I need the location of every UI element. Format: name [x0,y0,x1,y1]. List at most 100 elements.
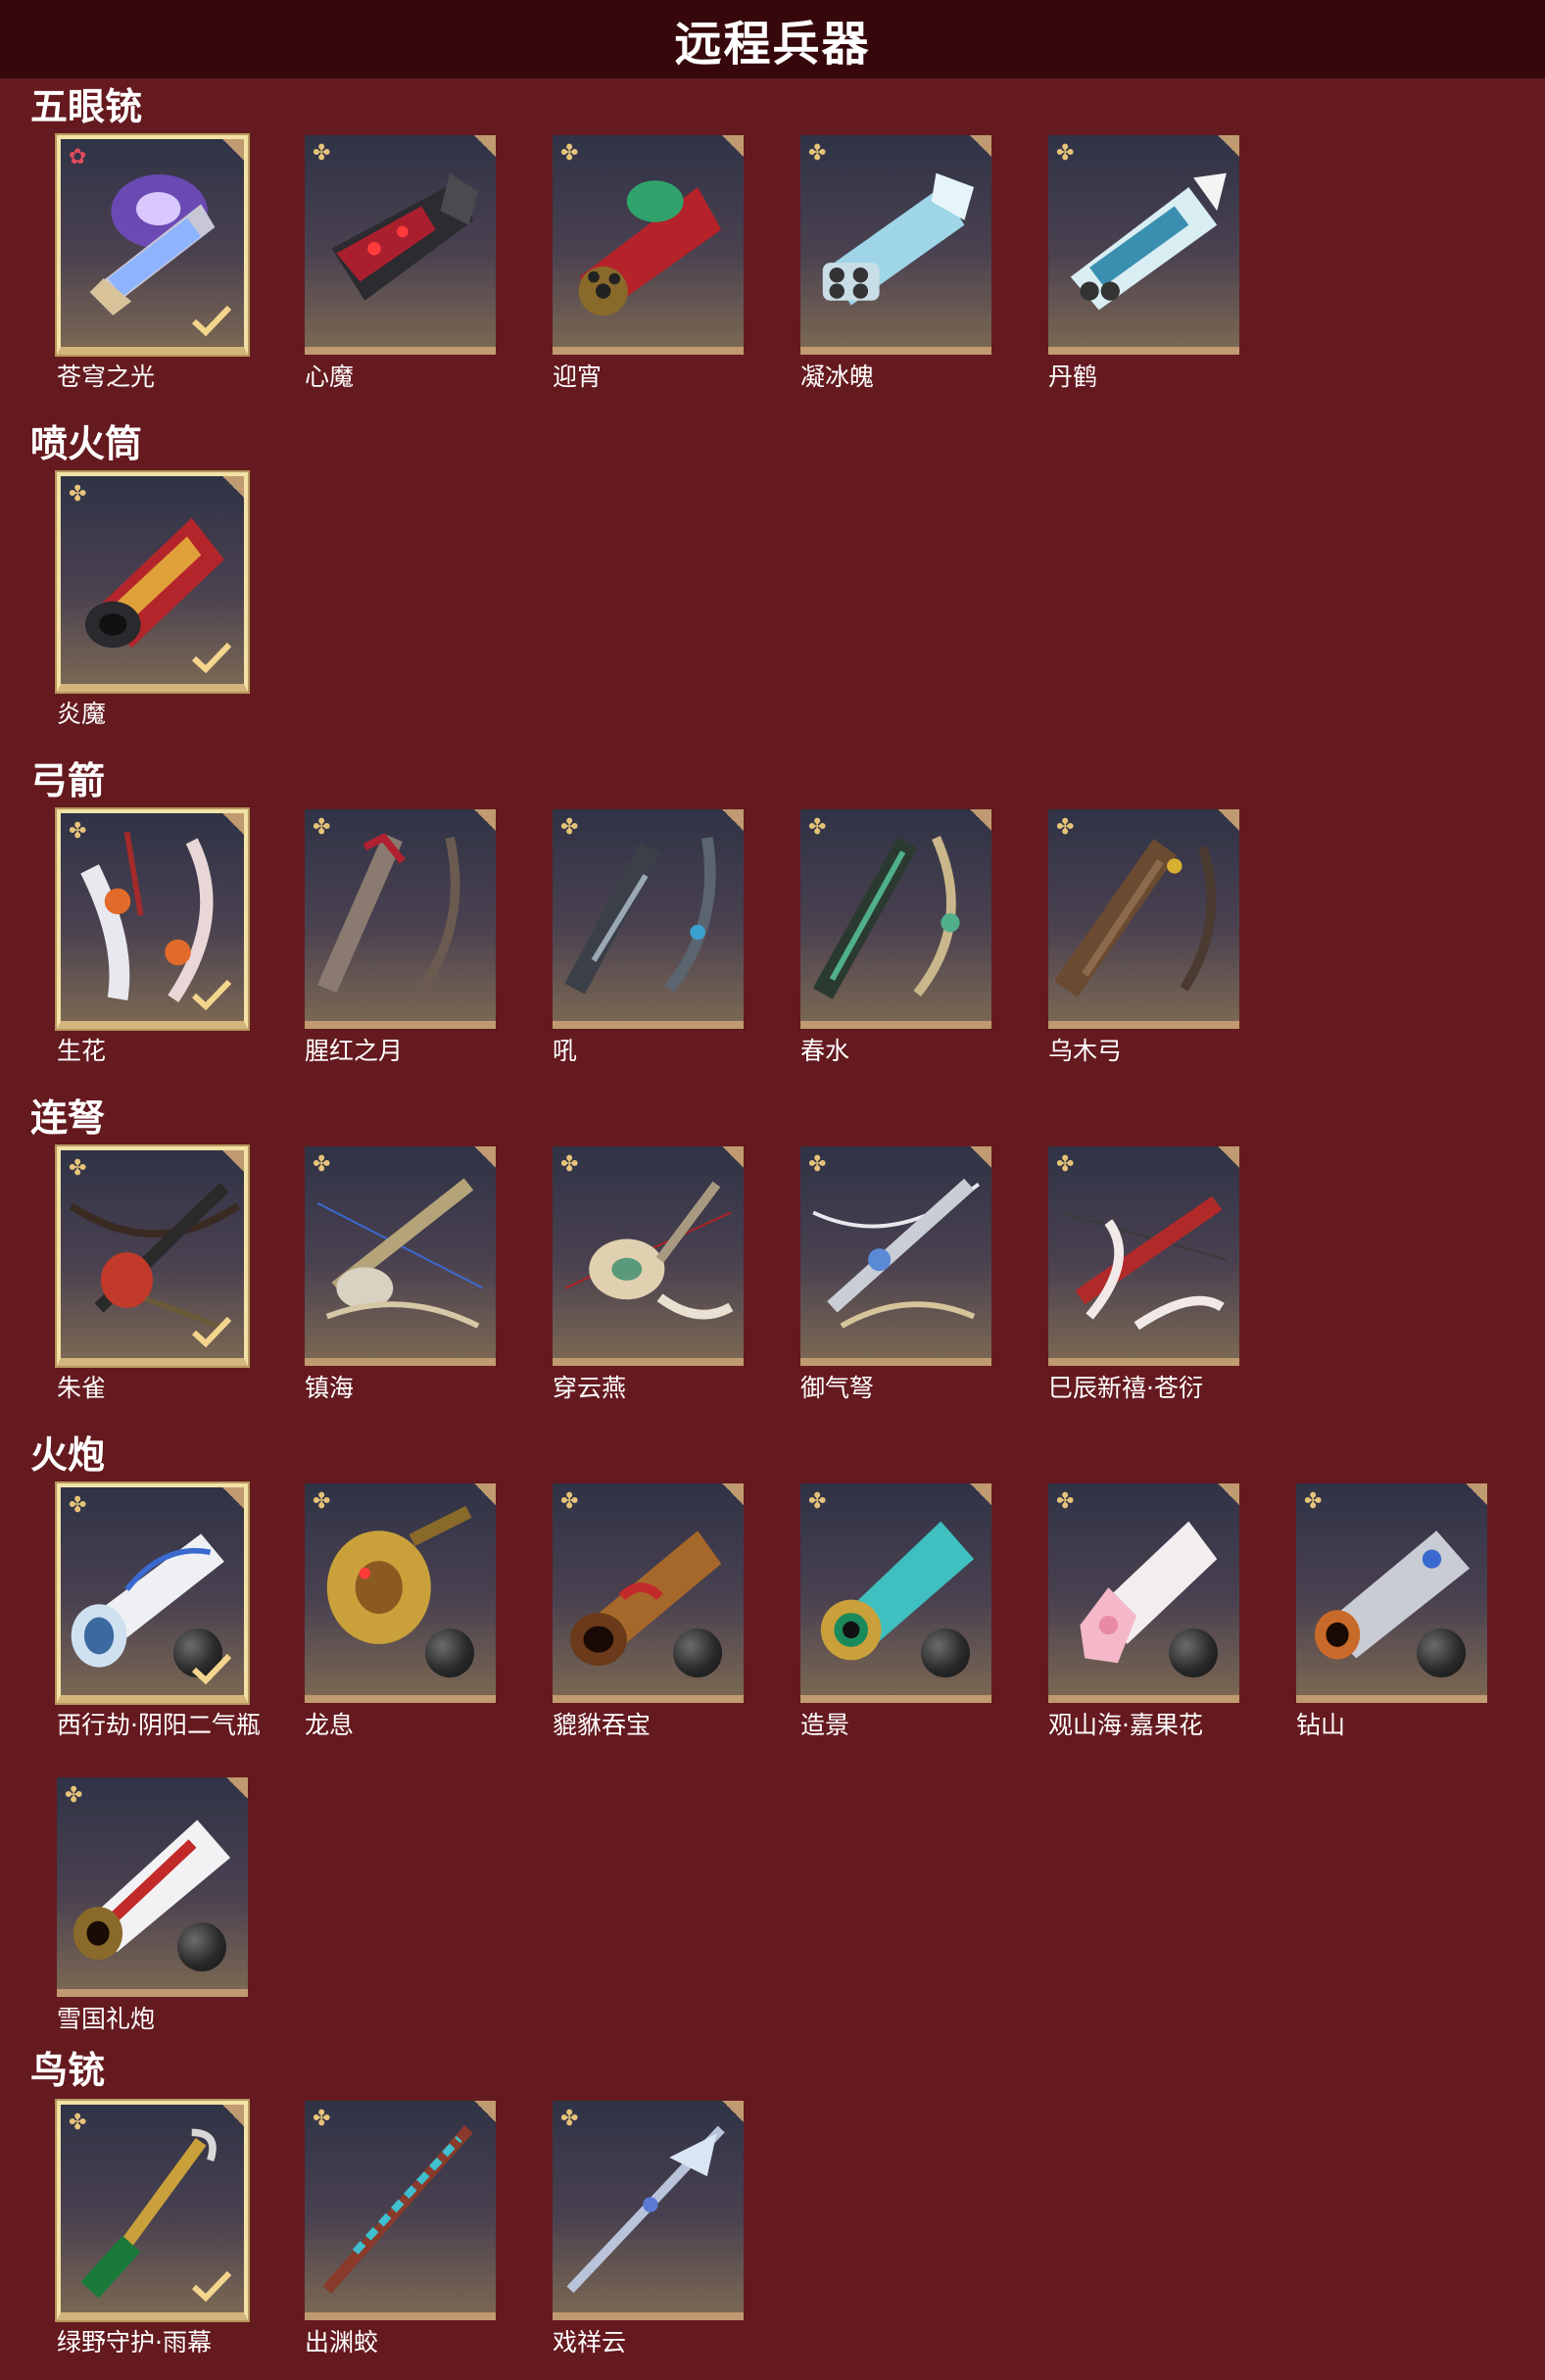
check-icon [191,1653,232,1685]
sparkle-icon: ✤ [313,815,331,840]
sparkle-icon: ✤ [69,1156,87,1181]
section-title-huopao: 火炮 [30,1433,106,1477]
weapon-image [812,835,960,999]
section-title-liannu: 连弩 [30,1096,106,1140]
weapon-card-canggiongzhiguang[interactable]: ✿ 苍穹之光 [57,135,248,389]
weapon-card-xixiangyun[interactable]: ✤ 戏祥云 [553,2101,744,2355]
sparkle-icon: ✤ [69,482,87,507]
weapon-image [564,1181,734,1320]
weapon-image [322,2125,473,2294]
weapon-name: 巳辰新禧·苍衍 [1048,1374,1203,1402]
weapon-name: 戏祥云 [553,2328,627,2356]
sparkle-icon: ✤ [1056,141,1075,166]
weapon-image [1060,1195,1228,1331]
sparkle-icon: ✤ [808,141,827,166]
weapon-card-lvyeshouhu[interactable]: ✤ 绿野守护·雨幕 [57,2101,248,2355]
weapon-name: 丹鹤 [1048,363,1098,391]
check-icon [191,1316,232,1348]
weapon-card-chuyuanjiao[interactable]: ✤ 出渊蛟 [305,2101,496,2355]
weapon-name: 造景 [800,1711,850,1739]
weapon-name: 春水 [800,1037,850,1065]
cannonball-icon [425,1628,474,1677]
weapon-name: 腥红之月 [305,1037,404,1065]
weapon-card-zhenhai[interactable]: ✤ 镇海 [305,1146,496,1400]
weapon-card-wumugong[interactable]: ✤ 乌木弓 [1048,809,1239,1063]
weapon-name: 迎宵 [553,363,603,391]
weapon-name: 凝冰魄 [800,363,875,391]
check-icon [191,305,232,337]
sparkle-icon: ✤ [69,819,87,844]
section-title-gongjian: 弓箭 [30,759,106,802]
weapon-image [564,836,716,995]
sparkle-icon: ✤ [313,1152,331,1177]
weapon-name: 朱雀 [57,1374,107,1402]
weapon-name: 苍穹之光 [57,363,156,391]
sparkle-icon: ✤ [808,1489,827,1514]
weapon-name: 貔貅吞宝 [553,1711,652,1739]
sparkle-icon: ✤ [560,1489,579,1514]
weapon-name: 绿野守护·雨幕 [57,2328,212,2356]
weapon-image [317,833,460,994]
weapon-card-ningbingpo[interactable]: ✤ 凝冰魄 [800,135,991,389]
sparkle-icon: ✤ [560,1152,579,1177]
weapon-card-danhe[interactable]: ✤ 丹鹤 [1048,135,1239,389]
weapon-card-zaojing[interactable]: ✤ 造景 [800,1483,991,1737]
sparkle-icon: ✤ [1056,815,1075,840]
weapon-card-hou[interactable]: ✤ 吼 [553,809,744,1063]
weapon-card-yanmo[interactable]: ✤ 炎魔 [57,472,248,726]
weapon-name: 观山海·嘉果花 [1048,1711,1203,1739]
weapon-name: 御气弩 [800,1374,875,1402]
weapon-card-guanshanhai[interactable]: ✤ 观山海·嘉果花 [1048,1483,1239,1737]
page-header: 远程兵器 [0,0,1545,78]
sparkle-icon: ✤ [808,1152,827,1177]
weapon-card-shenghua[interactable]: ✤ 生花 [57,809,248,1063]
check-icon [191,2270,232,2303]
section-title-wuyanchong: 五眼铳 [30,85,143,128]
weapon-card-xueguolipao[interactable]: ✤ 雪国礼炮 [57,1777,248,2031]
weapon-card-zhuque[interactable]: ✤ 朱雀 [57,1146,248,1400]
sparkle-icon: ✤ [313,2107,331,2131]
cannonball-icon [673,1628,722,1677]
check-icon [191,979,232,1011]
sparkle-icon: ✤ [313,1489,331,1514]
weapon-card-yuqinu[interactable]: ✤ 御气弩 [800,1146,991,1400]
weapon-image [316,1178,484,1329]
weapon-card-chuanyunyan[interactable]: ✤ 穿云燕 [553,1146,744,1400]
sparkle-icon: ✤ [69,2111,87,2135]
weapon-card-pixiutunbao[interactable]: ✤ 貔貅吞宝 [553,1483,744,1737]
weapon-name: 西行劫·阴阳二气瓶 [57,1711,261,1739]
sparkle-icon: ✤ [1056,1489,1075,1514]
weapon-card-xinghongzhiyue[interactable]: ✤ 腥红之月 [305,809,496,1063]
cannonball-icon [1417,1628,1466,1677]
weapon-card-xixingjie[interactable]: ✤ 西行劫·阴阳二气瓶 [57,1483,261,1737]
sparkle-icon: ✤ [560,815,579,840]
sparkle-icon: ✤ [808,815,827,840]
sparkle-icon: ✤ [65,1783,83,1808]
weapon-name: 吼 [553,1037,578,1065]
weapon-name: 雪国礼炮 [57,2005,156,2033]
weapon-name: 心魔 [305,363,355,391]
weapon-name: 炎魔 [57,700,107,728]
weapon-name: 镇海 [305,1374,355,1402]
weapon-card-sichenxinxi[interactable]: ✤ 巳辰新禧·苍衍 [1048,1146,1239,1400]
sparkle-icon: ✤ [69,1493,87,1518]
section-title-niaochong: 鸟铳 [30,2049,106,2092]
sparkle-icon: ✤ [560,2107,579,2131]
weapon-name: 钻山 [1296,1711,1346,1739]
weapon-image [578,180,722,316]
weapon-card-yingxiao[interactable]: ✤ 迎宵 [553,135,744,389]
sparkle-icon: ✤ [1304,1489,1323,1514]
weapon-name: 出渊蛟 [305,2328,379,2356]
weapon-card-longxi[interactable]: ✤ 龙息 [305,1483,496,1737]
weapon-name: 乌木弓 [1048,1037,1123,1065]
sparkle-icon: ✤ [1056,1152,1075,1177]
weapon-card-xinmo[interactable]: ✤ 心魔 [305,135,496,389]
star-icon: ✿ [69,145,87,170]
weapon-card-zuanshan[interactable]: ✤ 钻山 [1296,1483,1487,1737]
weapon-image [812,1178,981,1329]
weapon-card-chunshui[interactable]: ✤ 春水 [800,809,991,1063]
weapon-image [566,2125,725,2294]
weapon-name: 龙息 [305,1711,355,1739]
sparkle-icon: ✤ [560,141,579,166]
weapon-name: 生花 [57,1037,107,1065]
